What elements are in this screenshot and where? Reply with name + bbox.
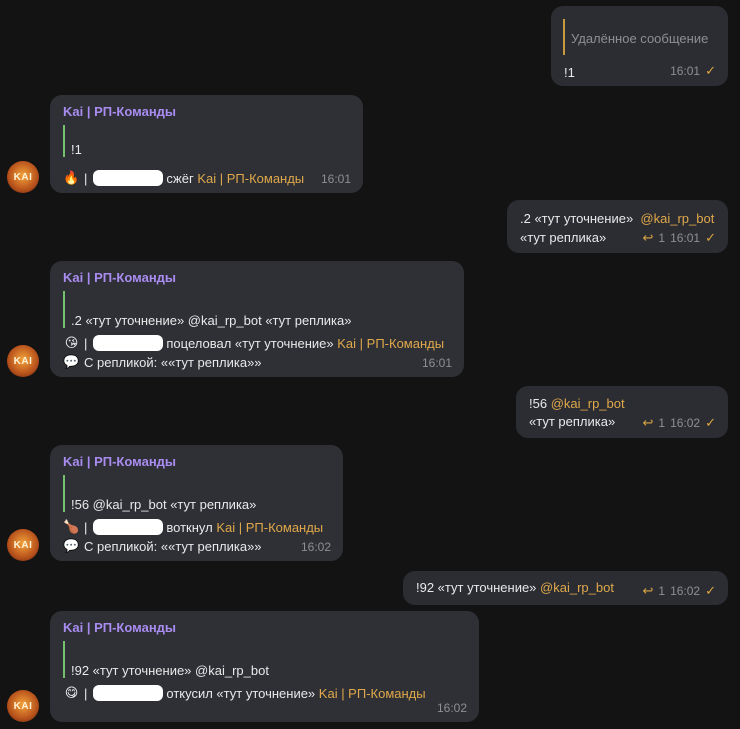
reply-icon[interactable]: ↩ [642, 230, 653, 246]
message-text: !1 [564, 64, 575, 80]
reply-icon[interactable]: ↩ [642, 583, 653, 599]
check-icon: ✓ [705, 415, 716, 430]
bot-mention[interactable]: @kai_rp_bot [551, 396, 625, 411]
speech-bubble-icon: 💬 [63, 538, 80, 553]
action-line: 😘 | поцеловал «тут уточнение» Kai | РП-Ко… [64, 335, 445, 351]
message-time: 16:01 [320, 172, 351, 186]
action-verb: сжёг [166, 170, 194, 186]
message-time: 16:02 [670, 416, 701, 430]
reply-count[interactable]: 1 [658, 416, 665, 430]
message-meta: 16:01 ✓ [670, 63, 716, 79]
bot-avatar[interactable]: KAI [7, 529, 39, 561]
message-meta: 16:01 [422, 356, 452, 370]
message-incoming[interactable]: Kai | РП-Команды !56 @kai_rp_bot «тут ре… [50, 445, 343, 561]
bot-avatar[interactable]: KAI [7, 690, 39, 722]
message-meta: ↩ 1 16:02 ✓ [642, 415, 716, 431]
reply-quote[interactable]: Удалённое сообщение [563, 19, 713, 55]
message-line-2: «тут реплика» [520, 229, 607, 245]
action-line: 😋 | откусил «тут уточнение» Kai | РП-Кома… [64, 685, 426, 701]
bot-mention[interactable]: Kai | РП-Команды [337, 336, 444, 351]
quote-text: !92 «тут уточнение» @kai_rp_bot [71, 663, 269, 678]
action-verb: откусил «тут уточнение» [166, 685, 316, 701]
message-outgoing[interactable]: !56 @kai_rp_bot «тут реплика» ↩ 1 16:02 … [516, 386, 728, 438]
message-time: 16:02 [300, 540, 331, 554]
redacted-user [93, 519, 164, 535]
quote-text: .2 «тут уточнение» @kai_rp_bot «тут репл… [71, 313, 352, 328]
reply-quote[interactable]: !92 «тут уточнение» @kai_rp_bot [63, 641, 323, 678]
redacted-user [93, 685, 164, 701]
reply-icon[interactable]: ↩ [642, 415, 653, 431]
message-incoming[interactable]: Kai | РП-Команды !1 🔥 | сжёг Kai | РП-Ком… [50, 95, 363, 193]
quote-text: !1 [71, 142, 82, 157]
action-verb: воткнул [166, 519, 213, 535]
message-time: 16:02 [670, 584, 701, 598]
bot-mention[interactable]: Kai | РП-Команды [197, 171, 304, 186]
message-outgoing[interactable]: .2 «тут уточнение» @kai_rp_bot «тут репл… [507, 200, 728, 253]
message-outgoing[interactable]: Удалённое сообщение !1 16:01 ✓ [551, 6, 728, 86]
message-incoming[interactable]: Kai | РП-Команды .2 «тут уточнение» @kai… [50, 261, 464, 377]
quote-text: Удалённое сообщение [571, 31, 709, 46]
message-meta: ↩ 1 16:01 ✓ [642, 230, 716, 246]
drumstick-emoji-icon: 🍗 [63, 519, 80, 534]
sender-name[interactable]: Kai | РП-Команды [63, 270, 176, 285]
reply-line: 💬 С репликой: ««тут реплика»» [63, 353, 262, 371]
message-line-1: !56 @kai_rp_bot [529, 395, 625, 411]
check-icon: ✓ [705, 583, 716, 598]
sender-name[interactable]: Kai | РП-Команды [63, 454, 176, 469]
check-icon: ✓ [705, 63, 716, 78]
message-line-1: .2 «тут уточнение» @kai_rp_bot [520, 210, 715, 226]
sender-name[interactable]: Kai | РП-Команды [63, 104, 176, 119]
redacted-user [93, 335, 164, 351]
message-line-1: !92 «тут уточнение» @kai_rp_bot [416, 579, 614, 595]
bot-mention[interactable]: Kai | РП-Команды [319, 686, 426, 701]
yum-emoji-icon: 😋 [64, 685, 79, 700]
message-meta: ↩ 1 16:02 ✓ [642, 583, 716, 599]
message-meta: 16:02 [301, 540, 331, 554]
redacted-user [93, 170, 164, 186]
kiss-emoji-icon: 😘 [64, 335, 79, 350]
reply-quote[interactable]: !1 [63, 125, 103, 157]
fire-emoji-icon: 🔥 [63, 170, 80, 185]
reply-line: 💬 С репликой: ««тут реплика»» [63, 537, 262, 555]
reply-quote[interactable]: .2 «тут уточнение» @kai_rp_bot «тут репл… [63, 291, 393, 328]
reply-count[interactable]: 1 [658, 231, 665, 245]
reply-text: С репликой: ««тут реплика»» [84, 354, 262, 370]
action-line: 🍗 | воткнул Kai | РП-Команды [63, 519, 324, 535]
message-outgoing[interactable]: !92 «тут уточнение» @kai_rp_bot ↩ 1 16:0… [403, 571, 728, 605]
quote-text: !56 @kai_rp_bot «тут реплика» [71, 497, 257, 512]
check-icon: ✓ [705, 230, 716, 245]
reply-text: С репликой: ««тут реплика»» [84, 538, 262, 554]
reply-count[interactable]: 1 [658, 584, 665, 598]
bot-mention[interactable]: @kai_rp_bot [540, 580, 614, 595]
action-line: 🔥 | сжёг Kai | РП-Команды [63, 170, 305, 186]
message-time: 16:02 [436, 701, 467, 715]
bot-mention[interactable]: @kai_rp_bot [640, 211, 714, 226]
message-time: 16:01 [670, 231, 701, 245]
message-meta: 16:01 [321, 172, 351, 186]
speech-bubble-icon: 💬 [63, 354, 80, 369]
action-verb: поцеловал «тут уточнение» [166, 335, 334, 351]
message-time: 16:01 [670, 64, 701, 78]
message-line-2: «тут реплика» [529, 413, 616, 429]
message-time: 16:01 [421, 356, 452, 370]
bot-mention[interactable]: Kai | РП-Команды [216, 520, 323, 535]
bot-avatar[interactable]: KAI [7, 161, 39, 193]
reply-quote[interactable]: !56 @kai_rp_bot «тут реплика» [63, 475, 283, 512]
message-meta: 16:02 [437, 701, 467, 715]
message-incoming[interactable]: Kai | РП-Команды !92 «тут уточнение» @ka… [50, 611, 479, 722]
sender-name[interactable]: Kai | РП-Команды [63, 620, 176, 635]
bot-avatar[interactable]: KAI [7, 345, 39, 377]
